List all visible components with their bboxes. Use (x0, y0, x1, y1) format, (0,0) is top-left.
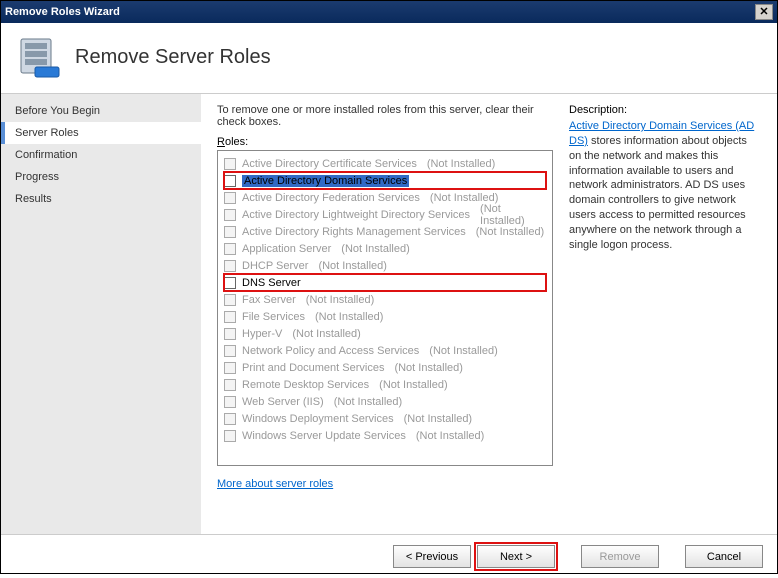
role-status: (Not Installed) (404, 413, 472, 425)
role-name: Active Directory Federation Services (242, 192, 420, 204)
role-item: Web Server (IIS) (Not Installed) (224, 393, 546, 410)
sidebar-item-confirmation[interactable]: Confirmation (1, 144, 201, 166)
role-name: Print and Document Services (242, 362, 384, 374)
role-checkbox (224, 243, 236, 255)
page-title: Remove Server Roles (75, 46, 271, 69)
description-text: Active Directory Domain Services (AD DS)… (569, 119, 761, 253)
role-name: Windows Server Update Services (242, 430, 406, 442)
cancel-button[interactable]: Cancel (685, 545, 763, 568)
role-status: (Not Installed) (429, 345, 497, 357)
role-name: Remote Desktop Services (242, 379, 369, 391)
close-button[interactable]: ✕ (755, 4, 773, 20)
role-checkbox (224, 328, 236, 340)
server-role-icon (15, 33, 63, 81)
role-status: (Not Installed) (394, 362, 462, 374)
role-checkbox[interactable] (224, 175, 236, 187)
role-name: Windows Deployment Services (242, 413, 394, 425)
role-name: Fax Server (242, 294, 296, 306)
role-checkbox (224, 226, 236, 238)
role-status: (Not Installed) (427, 158, 495, 170)
titlebar: Remove Roles Wizard ✕ (1, 1, 777, 23)
wizard-header: Remove Server Roles (1, 23, 777, 94)
role-item: Fax Server (Not Installed) (224, 291, 546, 308)
role-item: Hyper-V (Not Installed) (224, 325, 546, 342)
wizard-footer: < Previous Next > Remove Cancel (1, 534, 777, 578)
role-checkbox (224, 192, 236, 204)
role-item: File Services (Not Installed) (224, 308, 546, 325)
role-status: (Not Installed) (315, 311, 383, 323)
role-item: Active Directory Lightweight Directory S… (224, 206, 546, 223)
role-status: (Not Installed) (416, 430, 484, 442)
description-body: stores information about objects on the … (569, 135, 747, 251)
role-item: Application Server (Not Installed) (224, 240, 546, 257)
roles-label: Roles: (217, 136, 553, 148)
roles-listbox[interactable]: Active Directory Certificate Services (No… (217, 150, 553, 466)
role-name: Application Server (242, 243, 331, 255)
role-name: Hyper-V (242, 328, 282, 340)
role-checkbox (224, 345, 236, 357)
instruction-text: To remove one or more installed roles fr… (217, 104, 553, 128)
role-checkbox (224, 209, 236, 221)
role-status: (Not Installed) (379, 379, 447, 391)
role-status: (Not Installed) (334, 396, 402, 408)
role-name: Web Server (IIS) (242, 396, 324, 408)
role-name: Active Directory Domain Services (242, 175, 409, 187)
role-item: Windows Server Update Services (Not Insta… (224, 427, 546, 444)
role-checkbox (224, 396, 236, 408)
role-name: DNS Server (242, 277, 301, 289)
role-status: (Not Installed) (341, 243, 409, 255)
role-item[interactable]: Active Directory Domain Services (224, 172, 546, 189)
wizard-sidebar: Before You BeginServer RolesConfirmation… (1, 94, 201, 534)
sidebar-item-before-you-begin[interactable]: Before You Begin (1, 100, 201, 122)
role-checkbox (224, 379, 236, 391)
role-checkbox (224, 158, 236, 170)
role-name: Active Directory Lightweight Directory S… (242, 209, 470, 221)
role-name: Active Directory Rights Management Servi… (242, 226, 466, 238)
role-checkbox (224, 362, 236, 374)
next-button[interactable]: Next > (477, 545, 555, 568)
role-status: (Not Installed) (476, 226, 544, 238)
previous-button[interactable]: < Previous (393, 545, 471, 568)
role-item: Remote Desktop Services (Not Installed) (224, 376, 546, 393)
role-checkbox (224, 413, 236, 425)
role-checkbox (224, 294, 236, 306)
role-item: Network Policy and Access Services (Not I… (224, 342, 546, 359)
role-item: Active Directory Rights Management Servi… (224, 223, 546, 240)
role-status: (Not Installed) (318, 260, 386, 272)
role-status: (Not Installed) (480, 203, 546, 227)
window-title: Remove Roles Wizard (5, 6, 120, 18)
role-item[interactable]: DNS Server (224, 274, 546, 291)
role-item: Windows Deployment Services (Not Installe… (224, 410, 546, 427)
sidebar-item-progress[interactable]: Progress (1, 166, 201, 188)
sidebar-item-server-roles[interactable]: Server Roles (1, 122, 201, 144)
role-name: Network Policy and Access Services (242, 345, 419, 357)
role-checkbox (224, 311, 236, 323)
role-item: Print and Document Services (Not Installe… (224, 359, 546, 376)
role-status: (Not Installed) (292, 328, 360, 340)
description-label: Description: (569, 104, 761, 116)
role-item: Active Directory Certificate Services (No… (224, 155, 546, 172)
role-checkbox (224, 430, 236, 442)
role-checkbox (224, 260, 236, 272)
role-item: DHCP Server (Not Installed) (224, 257, 546, 274)
more-about-roles-link[interactable]: More about server roles (217, 478, 553, 490)
role-name: DHCP Server (242, 260, 308, 272)
role-name: Active Directory Certificate Services (242, 158, 417, 170)
role-name: File Services (242, 311, 305, 323)
role-checkbox[interactable] (224, 277, 236, 289)
role-status: (Not Installed) (306, 294, 374, 306)
sidebar-item-results[interactable]: Results (1, 188, 201, 210)
remove-button: Remove (581, 545, 659, 568)
